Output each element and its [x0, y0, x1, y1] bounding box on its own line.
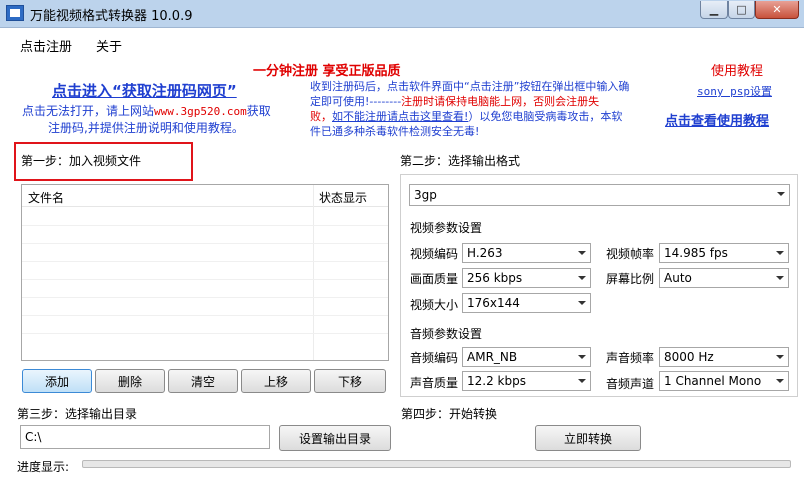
chevron-down-icon	[578, 301, 586, 305]
minimize-icon: ▁	[709, 3, 719, 16]
notice-line2a: 定即可使用!--------	[310, 95, 402, 108]
video-fps-select[interactable]: 14.985 fps	[659, 243, 789, 263]
step1-label: 第一步：加入视频文件	[21, 154, 142, 168]
row-line	[22, 315, 388, 316]
chevron-down-icon	[776, 251, 784, 255]
menu-bar: 点击注册 关于	[0, 28, 804, 58]
chevron-down-icon	[776, 355, 784, 359]
menu-register[interactable]: 点击注册	[20, 36, 72, 55]
output-format-panel: 3gp 视频参数设置 视频编码 H.263 视频帧率 14.985 fps 画面…	[400, 174, 798, 397]
column-filename[interactable]: 文件名	[28, 189, 64, 206]
maximize-button[interactable]: □	[728, 1, 755, 19]
promo-headline: 一分钟注册 享受正版品质	[253, 64, 401, 79]
audio-quality-select[interactable]: 12.2 kbps	[462, 371, 591, 391]
audio-channel-select[interactable]: 1 Channel Mono	[659, 371, 789, 391]
audio-codec-value: AMR_NB	[467, 350, 518, 364]
video-codec-select[interactable]: H.263	[462, 243, 591, 263]
chevron-down-icon	[578, 355, 586, 359]
video-fps-value: 14.985 fps	[664, 246, 728, 260]
audio-quality-value: 12.2 kbps	[467, 374, 526, 388]
cannot-open-text: 点击无法打开，请上网站www.3gp520.com获取	[22, 102, 271, 119]
notice-line2b: 注册时请保持电脑能上网，否则会注册失	[401, 95, 600, 108]
set-output-dir-button[interactable]: 设置输出目录	[279, 425, 391, 451]
screen-ratio-value: Auto	[664, 271, 692, 285]
video-size-value: 176x144	[467, 296, 520, 310]
column-status[interactable]: 状态显示	[319, 189, 367, 206]
menu-about[interactable]: 关于	[96, 36, 122, 55]
add-button[interactable]: 添加	[22, 369, 92, 393]
audio-codec-label: 音频编码	[410, 351, 459, 365]
app-icon	[6, 5, 24, 21]
site-url[interactable]: www.3gp520.com	[154, 105, 247, 118]
notice-line1: 收到注册码后，点击软件界面中“点击注册”按钮在弹出框中输入确	[310, 80, 630, 93]
notice-line3b: ）以免您电脑受病毒攻击，本软	[468, 110, 623, 123]
delete-button[interactable]: 删除	[95, 369, 165, 393]
row-line	[22, 261, 388, 262]
audio-channel-label: 音频声道	[606, 377, 655, 391]
audio-rate-value: 8000 Hz	[664, 350, 714, 364]
notice-line4: 件已通多种杀毒软件检测安全无毒!	[310, 125, 480, 138]
output-dir-input[interactable]: C:\	[20, 425, 270, 449]
video-codec-value: H.263	[467, 246, 503, 260]
chevron-down-icon	[776, 276, 784, 280]
chevron-down-icon	[777, 192, 785, 196]
audio-section-label: 音频参数设置	[410, 327, 483, 341]
video-quality-select[interactable]: 256 kbps	[462, 268, 591, 288]
tutorial-title: 使用教程	[711, 64, 764, 79]
step2-label: 第二步：选择输出格式	[400, 154, 521, 168]
chevron-down-icon	[578, 251, 586, 255]
screen-ratio-select[interactable]: Auto	[659, 268, 789, 288]
video-quality-label: 画面质量	[410, 272, 459, 286]
row-line	[22, 297, 388, 298]
video-fps-label: 视频帧率	[606, 247, 655, 261]
move-down-button[interactable]: 下移	[314, 369, 386, 393]
audio-codec-select[interactable]: AMR_NB	[462, 347, 591, 367]
cannot-open-prefix: 点击无法打开，请上网站	[22, 104, 155, 118]
tutorial-link[interactable]: 点击查看使用教程	[665, 110, 769, 129]
get-code-link[interactable]: 点击进入“获取注册码网页”	[52, 80, 237, 101]
close-button[interactable]: ✕	[755, 1, 799, 19]
step3-label: 第三步：选择输出目录	[17, 407, 138, 421]
audio-channel-value: 1 Channel Mono	[664, 374, 762, 388]
cannot-open-suffix: 获取	[246, 104, 271, 118]
progress-label: 进度显示:	[17, 460, 70, 474]
video-size-select[interactable]: 176x144	[462, 293, 591, 313]
move-up-button[interactable]: 上移	[241, 369, 311, 393]
video-codec-label: 视频编码	[410, 247, 459, 261]
start-convert-button[interactable]: 立即转换	[535, 425, 641, 451]
video-quality-value: 256 kbps	[467, 271, 523, 285]
notice-line3a: 败，	[310, 110, 332, 123]
psp-settings-link[interactable]: sony psp设置	[697, 83, 772, 99]
file-list[interactable]: 文件名 状态显示	[21, 184, 389, 361]
row-line	[22, 333, 388, 334]
step4-label: 第四步：开始转换	[401, 407, 498, 421]
title-bar: 万能视频格式转换器 10.0.9 ▁ □ ✕	[0, 0, 804, 28]
register-notice: 收到注册码后，点击软件界面中“点击注册”按钮在弹出框中输入确 定即可使用!---…	[310, 79, 665, 139]
audio-rate-label: 声音频率	[606, 351, 655, 365]
format-select[interactable]: 3gp	[409, 184, 790, 206]
audio-quality-label: 声音质量	[410, 376, 459, 390]
help-link[interactable]: 如不能注册请点击这里查看!	[332, 110, 468, 123]
screen-ratio-label: 屏幕比例	[606, 272, 655, 286]
maximize-icon: □	[736, 3, 747, 16]
file-list-header: 文件名 状态显示	[22, 185, 388, 207]
row-line	[22, 279, 388, 280]
cannot-open-line2: 注册码,并提供注册说明和使用教程。	[48, 121, 244, 135]
row-line	[22, 225, 388, 226]
format-value: 3gp	[414, 188, 437, 202]
audio-rate-select[interactable]: 8000 Hz	[659, 347, 789, 367]
window-title: 万能视频格式转换器 10.0.9	[30, 9, 193, 24]
clear-button[interactable]: 清空	[168, 369, 238, 393]
row-line	[22, 243, 388, 244]
close-icon: ✕	[772, 3, 782, 16]
minimize-button[interactable]: ▁	[700, 1, 728, 19]
chevron-down-icon	[776, 379, 784, 383]
video-size-label: 视频大小	[410, 298, 459, 312]
video-section-label: 视频参数设置	[410, 221, 483, 235]
progress-bar	[82, 460, 791, 468]
chevron-down-icon	[578, 276, 586, 280]
chevron-down-icon	[578, 379, 586, 383]
